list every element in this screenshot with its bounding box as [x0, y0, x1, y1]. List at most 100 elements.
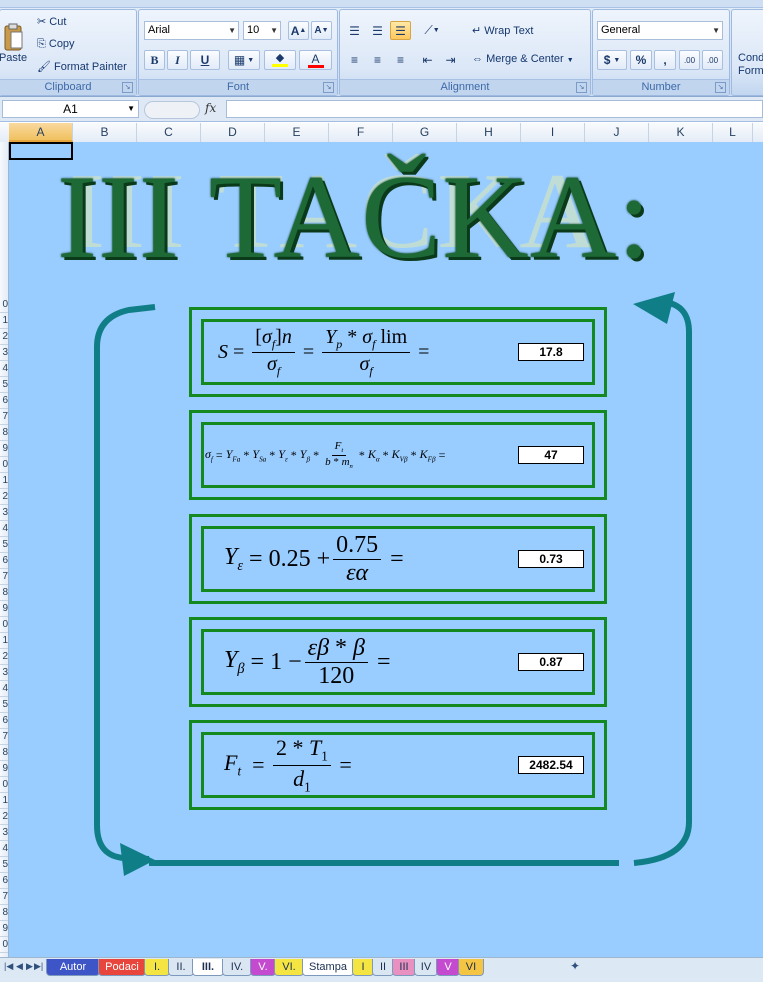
alignment-launcher-icon[interactable]: ↘: [576, 82, 587, 93]
copy-button[interactable]: ⎘ Copy: [37, 38, 75, 51]
first-sheet-icon[interactable]: |◀: [4, 961, 13, 972]
formula-input[interactable]: [226, 100, 763, 118]
name-box[interactable]: A1 ▼: [2, 100, 139, 118]
column-header-i[interactable]: I: [521, 123, 585, 142]
sheet-tab[interactable]: II.: [168, 959, 194, 976]
column-header-b[interactable]: B: [73, 123, 137, 142]
row-header[interactable]: 9: [0, 921, 8, 937]
sheet-tab[interactable]: III: [392, 959, 416, 976]
column-header-c[interactable]: C: [137, 123, 201, 142]
comma-button[interactable]: ,: [654, 50, 676, 70]
number-format-combo[interactable]: General ▼: [597, 21, 723, 40]
row-header[interactable]: 1: [0, 633, 8, 649]
wrap-text-button[interactable]: ↵ Wrap Text: [472, 24, 533, 37]
row-header[interactable]: 6: [0, 873, 8, 889]
result-value[interactable]: 0.87: [518, 653, 584, 671]
row-header[interactable]: 0: [0, 777, 8, 793]
row-header[interactable]: 3: [0, 825, 8, 841]
merge-center-button[interactable]: ⇔ Merge & Center ▼: [472, 53, 574, 65]
row-header[interactable]: 5: [0, 697, 8, 713]
column-header-h[interactable]: H: [457, 123, 521, 142]
sheet-tab[interactable]: III.: [192, 959, 224, 976]
row-header[interactable]: 4: [0, 681, 8, 697]
currency-button[interactable]: $ ▼: [597, 50, 627, 70]
column-header-a[interactable]: A: [9, 123, 73, 142]
row-header[interactable]: 1: [0, 473, 8, 489]
row-header[interactable]: 6: [0, 713, 8, 729]
row-header[interactable]: 8: [0, 905, 8, 921]
sheet-tab[interactable]: IV: [414, 959, 438, 976]
row-header[interactable]: 0: [0, 297, 8, 313]
increase-decimal-button[interactable]: .00: [679, 50, 700, 70]
sheet-tab[interactable]: VI.: [274, 959, 304, 976]
font-color-button[interactable]: A: [299, 50, 332, 70]
row-header[interactable]: 5: [0, 857, 8, 873]
percent-button[interactable]: %: [630, 50, 652, 70]
format-painter-button[interactable]: 🖌 Format Painter: [37, 60, 127, 73]
column-header-d[interactable]: D: [201, 123, 265, 142]
cut-button[interactable]: ✂ Cut: [37, 15, 66, 28]
sheet-tab[interactable]: I.: [144, 959, 170, 976]
row-header[interactable]: 3: [0, 345, 8, 361]
number-launcher-icon[interactable]: ↘: [715, 82, 726, 93]
worksheet[interactable]: III TAČKA III TAČKA: S = [σf]n σf = Yp * …: [9, 142, 763, 957]
borders-button[interactable]: ▦ ▼: [228, 50, 260, 70]
bold-button[interactable]: B: [144, 50, 165, 70]
row-header[interactable]: 5: [0, 377, 8, 393]
sheet-tab[interactable]: Podaci: [98, 959, 146, 976]
row-header[interactable]: 9: [0, 601, 8, 617]
row-header[interactable]: 3: [0, 505, 8, 521]
row-header[interactable]: 4: [0, 361, 8, 377]
align-left-button[interactable]: ≡: [344, 50, 365, 69]
row-header[interactable]: 7: [0, 569, 8, 585]
column-header-e[interactable]: E: [265, 123, 329, 142]
result-value[interactable]: 17.8: [518, 343, 584, 361]
row-header[interactable]: 2: [0, 809, 8, 825]
column-header-j[interactable]: J: [585, 123, 649, 142]
row-header[interactable]: 0: [0, 457, 8, 473]
row-header[interactable]: 1: [0, 793, 8, 809]
next-sheet-icon[interactable]: ▶: [26, 961, 33, 972]
orientation-button[interactable]: ⟋ ▼: [417, 21, 447, 40]
font-launcher-icon[interactable]: ↘: [323, 82, 334, 93]
row-header[interactable]: 7: [0, 409, 8, 425]
column-header-g[interactable]: G: [393, 123, 457, 142]
formula-bar-splitter[interactable]: [144, 101, 200, 119]
row-header[interactable]: 3: [0, 665, 8, 681]
insert-function-icon[interactable]: fx: [205, 101, 216, 115]
align-right-button[interactable]: ≡: [390, 50, 411, 69]
row-header[interactable]: 9: [0, 441, 8, 457]
align-top-button[interactable]: ☰: [344, 21, 365, 40]
paste-button[interactable]: Paste: [0, 12, 27, 74]
row-header[interactable]: 2: [0, 649, 8, 665]
prev-sheet-icon[interactable]: ◀: [16, 961, 23, 972]
decrease-decimal-button[interactable]: .00: [702, 50, 723, 70]
sheet-tab[interactable]: I: [352, 959, 374, 976]
row-header[interactable]: 5: [0, 537, 8, 553]
row-header[interactable]: 7: [0, 889, 8, 905]
sheet-tab[interactable]: IV.: [222, 959, 252, 976]
sheet-tab[interactable]: VI: [458, 959, 484, 976]
fill-color-button[interactable]: ◆: [264, 50, 296, 70]
sheet-tab[interactable]: V.: [250, 959, 276, 976]
row-header[interactable]: 1: [0, 313, 8, 329]
font-size-combo[interactable]: 10 ▼: [243, 21, 281, 40]
result-value[interactable]: 0.73: [518, 550, 584, 568]
align-bottom-button[interactable]: ☰: [390, 21, 411, 40]
clipboard-launcher-icon[interactable]: ↘: [122, 82, 133, 93]
row-header[interactable]: 6: [0, 393, 8, 409]
result-value[interactable]: 2482.54: [518, 756, 584, 774]
result-value[interactable]: 47: [518, 446, 584, 464]
row-header[interactable]: 0: [0, 937, 8, 953]
center-button[interactable]: ≡: [367, 50, 388, 69]
column-header-f[interactable]: F: [329, 123, 393, 142]
column-header-k[interactable]: K: [649, 123, 713, 142]
sheet-tab[interactable]: Autor: [46, 959, 100, 976]
increase-indent-button[interactable]: ⇥: [440, 50, 461, 69]
row-header[interactable]: 0: [0, 617, 8, 633]
last-sheet-icon[interactable]: ▶|: [34, 961, 43, 972]
grow-font-button[interactable]: A ▲: [288, 21, 309, 40]
insert-sheet-icon[interactable]: ✦: [570, 959, 580, 973]
column-header-l[interactable]: L: [713, 123, 753, 142]
align-middle-button[interactable]: ☰: [367, 21, 388, 40]
